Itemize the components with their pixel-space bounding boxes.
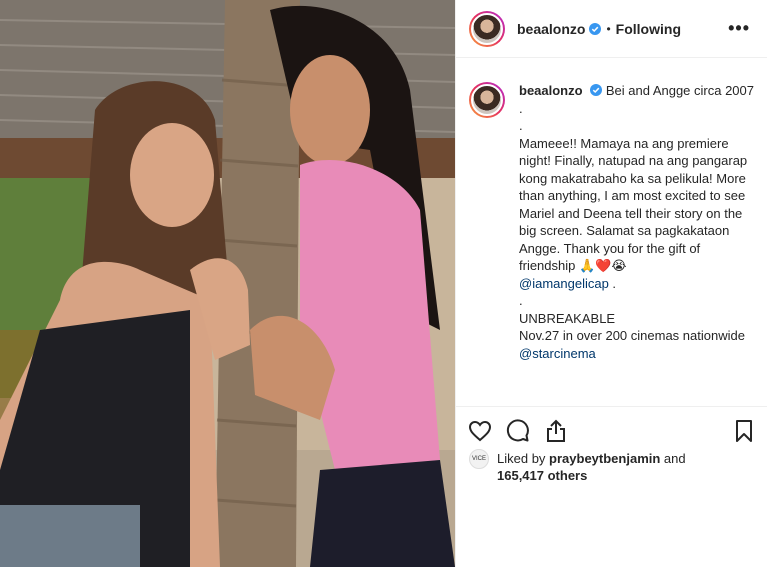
likes-count[interactable]: 165,417 others <box>497 468 587 483</box>
action-bar <box>456 406 767 454</box>
save-button[interactable] <box>730 417 758 445</box>
more-options-button[interactable]: ••• <box>728 18 754 39</box>
verified-badge-icon <box>590 84 603 96</box>
verified-badge-icon <box>589 22 602 35</box>
caption-dot: . <box>519 293 523 308</box>
caption-emojis: 🙏❤️😭 <box>579 258 627 273</box>
post-header: beaalonzo • Following ••• <box>456 0 767 58</box>
caption-release: Nov.27 in over 200 cinemas nationwide <box>519 328 745 343</box>
caption-title: UNBREAKABLE <box>519 310 616 326</box>
photo-illustration <box>0 0 455 567</box>
like-button[interactable] <box>466 417 494 445</box>
caption: beaalonzo Bei and Angge circa 2007 . . M… <box>469 82 759 362</box>
share-icon <box>547 419 565 442</box>
mention-link[interactable]: @starcinema <box>519 345 755 363</box>
likes-summary: VICE Liked by praybeytbenjamin and 165,4… <box>469 449 759 484</box>
likes-and: and <box>660 451 686 466</box>
caption-text: beaalonzo Bei and Angge circa 2007 . . M… <box>519 82 755 362</box>
liker-avatar[interactable]: VICE <box>469 449 489 469</box>
liker-username[interactable]: praybeytbenjamin <box>549 451 660 466</box>
caption-punct: . <box>608 275 617 291</box>
header-separator: • <box>606 21 611 36</box>
caption-dot: . <box>519 118 523 133</box>
mention-link[interactable]: @iamangelicap <box>519 276 609 291</box>
header-username[interactable]: beaalonzo <box>517 21 585 37</box>
post-side-panel: beaalonzo • Following ••• beaalonzo Bei … <box>455 0 767 567</box>
share-button[interactable] <box>542 417 570 445</box>
following-button[interactable]: Following <box>616 21 681 37</box>
author-avatar[interactable] <box>469 10 505 47</box>
caption-body: Mameee!! Mamaya na ang premiere night! F… <box>519 135 748 274</box>
post-photo[interactable] <box>0 0 455 567</box>
caption-username[interactable]: beaalonzo <box>519 83 583 98</box>
caption-avatar[interactable] <box>469 82 505 118</box>
bookmark-icon <box>736 419 752 442</box>
comment-button[interactable] <box>504 417 532 445</box>
heart-icon <box>468 420 492 441</box>
comment-icon <box>506 418 529 441</box>
likes-prefix: Liked by <box>497 451 550 466</box>
